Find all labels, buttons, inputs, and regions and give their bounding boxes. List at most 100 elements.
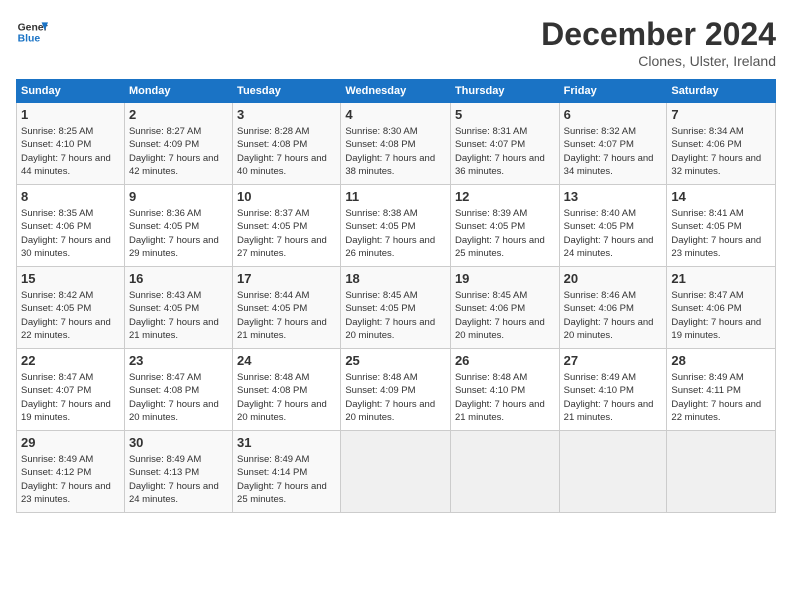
sunrise-label: Sunrise: 8:30 AM	[345, 126, 417, 137]
daylight-label: Daylight: 7 hours and 44 minutes.	[21, 153, 111, 177]
sunset-label: Sunset: 4:07 PM	[455, 139, 525, 150]
sunrise-label: Sunrise: 8:42 AM	[21, 290, 93, 301]
day-number: 26	[455, 352, 555, 370]
calendar-table: Sunday Monday Tuesday Wednesday Thursday…	[16, 79, 776, 513]
sunrise-label: Sunrise: 8:46 AM	[564, 290, 636, 301]
sunset-label: Sunset: 4:05 PM	[129, 303, 199, 314]
cell-3-6: 20Sunrise: 8:46 AMSunset: 4:06 PMDayligh…	[559, 267, 667, 349]
sunrise-label: Sunrise: 8:41 AM	[671, 208, 743, 219]
sunrise-label: Sunrise: 8:47 AM	[671, 290, 743, 301]
svg-text:Blue: Blue	[18, 34, 41, 45]
cell-3-7: 21Sunrise: 8:47 AMSunset: 4:06 PMDayligh…	[667, 267, 776, 349]
daylight-label: Daylight: 7 hours and 23 minutes.	[21, 481, 111, 505]
day-number: 31	[237, 434, 336, 452]
daylight-label: Daylight: 7 hours and 25 minutes.	[237, 481, 327, 505]
day-number: 29	[21, 434, 120, 452]
sunrise-label: Sunrise: 8:49 AM	[21, 454, 93, 465]
sunrise-label: Sunrise: 8:44 AM	[237, 290, 309, 301]
sunset-label: Sunset: 4:08 PM	[237, 139, 307, 150]
daylight-label: Daylight: 7 hours and 22 minutes.	[671, 399, 761, 423]
day-number: 21	[671, 270, 771, 288]
cell-4-3: 24Sunrise: 8:48 AMSunset: 4:08 PMDayligh…	[233, 349, 341, 431]
day-number: 7	[671, 106, 771, 124]
sunset-label: Sunset: 4:05 PM	[671, 221, 741, 232]
sunrise-label: Sunrise: 8:47 AM	[21, 372, 93, 383]
sunset-label: Sunset: 4:09 PM	[129, 139, 199, 150]
sunset-label: Sunset: 4:09 PM	[345, 385, 415, 396]
daylight-label: Daylight: 7 hours and 32 minutes.	[671, 153, 761, 177]
day-number: 17	[237, 270, 336, 288]
col-thursday: Thursday	[450, 80, 559, 103]
daylight-label: Daylight: 7 hours and 23 minutes.	[671, 235, 761, 259]
cell-4-6: 27Sunrise: 8:49 AMSunset: 4:10 PMDayligh…	[559, 349, 667, 431]
day-number: 6	[564, 106, 663, 124]
day-number: 12	[455, 188, 555, 206]
sunrise-label: Sunrise: 8:48 AM	[237, 372, 309, 383]
cell-1-7: 7Sunrise: 8:34 AMSunset: 4:06 PMDaylight…	[667, 103, 776, 185]
sunrise-label: Sunrise: 8:27 AM	[129, 126, 201, 137]
day-number: 13	[564, 188, 663, 206]
daylight-label: Daylight: 7 hours and 34 minutes.	[564, 153, 654, 177]
day-number: 18	[345, 270, 446, 288]
cell-5-2: 30Sunrise: 8:49 AMSunset: 4:13 PMDayligh…	[124, 431, 232, 513]
sunset-label: Sunset: 4:07 PM	[21, 385, 91, 396]
header-row: Sunday Monday Tuesday Wednesday Thursday…	[17, 80, 776, 103]
col-saturday: Saturday	[667, 80, 776, 103]
sunrise-label: Sunrise: 8:37 AM	[237, 208, 309, 219]
daylight-label: Daylight: 7 hours and 40 minutes.	[237, 153, 327, 177]
daylight-label: Daylight: 7 hours and 30 minutes.	[21, 235, 111, 259]
daylight-label: Daylight: 7 hours and 24 minutes.	[129, 481, 219, 505]
sunset-label: Sunset: 4:05 PM	[345, 221, 415, 232]
sunrise-label: Sunrise: 8:45 AM	[455, 290, 527, 301]
daylight-label: Daylight: 7 hours and 21 minutes.	[455, 399, 545, 423]
sunset-label: Sunset: 4:05 PM	[21, 303, 91, 314]
day-number: 4	[345, 106, 446, 124]
cell-3-2: 16Sunrise: 8:43 AMSunset: 4:05 PMDayligh…	[124, 267, 232, 349]
day-number: 24	[237, 352, 336, 370]
week-row-3: 15 Sunrise: 8:42 AM Sunset: 4:05 PM Dayligh…	[17, 267, 776, 349]
sunset-label: Sunset: 4:14 PM	[237, 467, 307, 478]
daylight-label: Daylight: 7 hours and 25 minutes.	[455, 235, 545, 259]
sunrise-label: Sunrise: 8:34 AM	[671, 126, 743, 137]
sunrise-label: Sunrise: 8:49 AM	[671, 372, 743, 383]
title-block: December 2024 Clones, Ulster, Ireland	[541, 16, 776, 69]
sunset-label: Sunset: 4:10 PM	[455, 385, 525, 396]
cell-4-4: 25Sunrise: 8:48 AMSunset: 4:09 PMDayligh…	[341, 349, 451, 431]
daylight-label: Daylight: 7 hours and 19 minutes.	[21, 399, 111, 423]
daylight-label: Daylight: 7 hours and 22 minutes.	[21, 317, 111, 341]
cell-4-1: 22Sunrise: 8:47 AMSunset: 4:07 PMDayligh…	[17, 349, 125, 431]
daylight-label: Daylight: 7 hours and 21 minutes.	[564, 399, 654, 423]
cell-2-3: 10Sunrise: 8:37 AMSunset: 4:05 PMDayligh…	[233, 185, 341, 267]
cell-1-1: 1Sunrise: 8:25 AMSunset: 4:10 PMDaylight…	[17, 103, 125, 185]
day-number: 14	[671, 188, 771, 206]
day-number: 2	[129, 106, 228, 124]
sunrise-label: Sunrise: 8:38 AM	[345, 208, 417, 219]
sunset-label: Sunset: 4:12 PM	[21, 467, 91, 478]
sunset-label: Sunset: 4:08 PM	[129, 385, 199, 396]
sunset-label: Sunset: 4:05 PM	[129, 221, 199, 232]
cell-1-6: 6Sunrise: 8:32 AMSunset: 4:07 PMDaylight…	[559, 103, 667, 185]
daylight-label: Daylight: 7 hours and 20 minutes.	[129, 399, 219, 423]
sunrise-label: Sunrise: 8:40 AM	[564, 208, 636, 219]
day-number: 8	[21, 188, 120, 206]
page: General Blue December 2024 Clones, Ulste…	[0, 0, 792, 612]
cell-2-5: 12Sunrise: 8:39 AMSunset: 4:05 PMDayligh…	[450, 185, 559, 267]
daylight-label: Daylight: 7 hours and 42 minutes.	[129, 153, 219, 177]
day-number: 15	[21, 270, 120, 288]
sunset-label: Sunset: 4:06 PM	[21, 221, 91, 232]
cell-5-1: 29 Sunrise: 8:49 AM Sunset: 4:12 PM Dayligh…	[17, 431, 125, 513]
cell-2-4: 11Sunrise: 8:38 AMSunset: 4:05 PMDayligh…	[341, 185, 451, 267]
cell-2-7: 14 Sunrise: 8:41 AM Sunset: 4:05 PM Dayligh…	[667, 185, 776, 267]
cell-2-2: 9Sunrise: 8:36 AMSunset: 4:05 PMDaylight…	[124, 185, 232, 267]
cell-5-5	[450, 431, 559, 513]
sunrise-label: Sunrise: 8:32 AM	[564, 126, 636, 137]
logo: General Blue	[16, 16, 48, 48]
week-row-1: 1Sunrise: 8:25 AMSunset: 4:10 PMDaylight…	[17, 103, 776, 185]
sunrise-label: Sunrise: 8:49 AM	[564, 372, 636, 383]
week-row-4: 22Sunrise: 8:47 AMSunset: 4:07 PMDayligh…	[17, 349, 776, 431]
logo-icon: General Blue	[16, 16, 48, 48]
daylight-label: Daylight: 7 hours and 27 minutes.	[237, 235, 327, 259]
sunrise-label: Sunrise: 8:49 AM	[237, 454, 309, 465]
sunrise-label: Sunrise: 8:48 AM	[455, 372, 527, 383]
day-number: 5	[455, 106, 555, 124]
